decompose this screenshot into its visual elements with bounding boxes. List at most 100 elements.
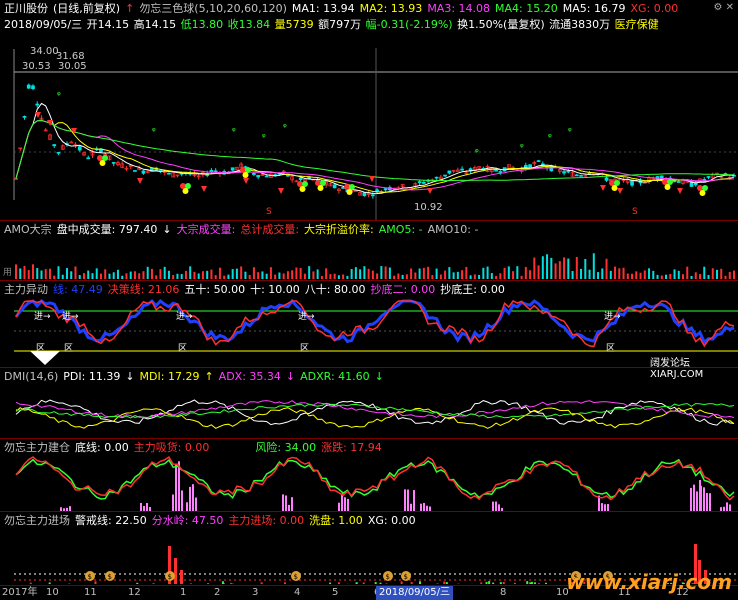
jinchang-title[interactable]: 勿忘主力进场 <box>4 514 70 527</box>
amo-bar <box>337 275 340 279</box>
candle-body <box>693 182 698 186</box>
amo-bar <box>129 271 132 279</box>
small-bar <box>419 581 422 584</box>
label-30-05: 30.05 <box>58 61 87 72</box>
pink-bar <box>282 494 284 511</box>
amo-side-label: 用 <box>3 268 13 278</box>
candle-body <box>362 192 367 197</box>
zhuli-title[interactable]: 主力异动 <box>4 283 48 296</box>
amo-bar <box>558 261 561 279</box>
amo-panel[interactable]: AMO大宗 盘中成交量: 797.40 ↓ 大宗成交量: 总计成交量: 大宗折溢价率: AM… <box>0 220 738 280</box>
jinchang-wash: 洗盘: 1.00 <box>309 514 363 527</box>
pink-bar <box>703 487 705 511</box>
dmi-title[interactable]: DMI(14,6) <box>4 370 58 383</box>
axis-tick: 8 <box>500 587 507 598</box>
price-chart[interactable]: ᵠᵠ ᵠᵠᵠᵠ ᵠᵠᵠ 34.00 31.68 30.53 30.05 10.92 … <box>0 0 738 220</box>
amo-bar <box>65 268 68 279</box>
pink-bar <box>189 486 191 511</box>
candle-body <box>498 171 503 173</box>
small-bar <box>513 582 516 584</box>
amo-bar <box>707 274 710 279</box>
candle-body <box>443 174 447 177</box>
amo-bar <box>320 275 323 279</box>
amo-bar <box>108 273 111 279</box>
candle-body <box>702 179 707 181</box>
amo-bar <box>231 269 234 279</box>
up-sign-marker: ᵠ <box>152 127 156 137</box>
jiancang-bottom: 底线: 0.00 <box>75 441 129 454</box>
amo-bar <box>643 270 646 279</box>
amo-bar <box>660 275 663 279</box>
jinchang-alert: 警戒线: 22.50 <box>75 514 147 527</box>
jiancang-title[interactable]: 勿忘主力建仓 <box>4 441 70 454</box>
dmi-mdi: MDI: 17.29 <box>139 370 200 383</box>
money-bag-sign: $ <box>294 573 298 581</box>
amo-bar <box>176 273 179 279</box>
amo-bar <box>133 271 136 279</box>
zhuli-panel[interactable]: 进→ 区进→ 区进→ 区进→ 区进→ 区 主力异动 线: 47.49 决策线: 21.06 五十… <box>0 280 738 380</box>
jinchang-panel[interactable]: $ $ $ $ $ $ $ $ 勿忘主力进场 警戒线: 22.50 分水岭: 47.50 主力进场:… <box>0 511 738 600</box>
ball-yellow <box>346 189 353 195</box>
amo-bar <box>172 274 175 279</box>
jiancang-red-line <box>15 455 735 501</box>
candle-body <box>52 144 57 147</box>
zhuli-decision: 决策线: 21.06 <box>107 283 180 296</box>
amo-bar <box>36 268 39 279</box>
money-bag-sign: $ <box>168 573 172 581</box>
amo-bar <box>189 266 192 279</box>
amo-bar <box>618 268 621 279</box>
amo-bar <box>308 266 311 279</box>
small-bar <box>480 582 483 584</box>
small-bar <box>485 581 488 584</box>
pink-bar <box>601 503 603 511</box>
amo-bar <box>295 267 298 279</box>
flag-s-b: S <box>632 207 638 217</box>
ball-yellow <box>699 190 706 196</box>
amo-bar <box>329 274 332 279</box>
candle-body <box>434 176 439 179</box>
amo-bar <box>461 270 464 279</box>
amo-bar <box>563 257 566 279</box>
pink-bar <box>726 502 728 511</box>
zhuli-blue-line <box>14 298 735 345</box>
amo-bar <box>410 268 413 279</box>
pink-bar <box>696 491 698 511</box>
amo-bar <box>316 269 319 279</box>
jiancang-panel[interactable]: 勿忘主力建仓 底线: 0.00 主力吸货: 0.00 风险: 34.00 涨跌: 17.… <box>0 438 738 511</box>
candle-body <box>298 177 303 180</box>
amo-bar <box>507 266 510 279</box>
small-bar <box>152 583 155 584</box>
amo-bar <box>690 275 693 279</box>
small-bar <box>410 582 413 584</box>
amo-bar <box>567 258 570 279</box>
down-arrow-marker <box>677 188 683 194</box>
candle-body <box>460 168 464 171</box>
amo-bar <box>112 272 115 279</box>
pink-bar <box>407 489 409 511</box>
amo-bar <box>677 270 680 279</box>
amo-bar <box>125 273 128 279</box>
dmi-arrow3-icon: ↓ <box>285 370 296 383</box>
amo-bar <box>223 275 226 279</box>
amo-title[interactable]: AMO大宗 <box>4 223 52 236</box>
amo-bar <box>592 253 595 279</box>
candle-body <box>213 170 218 173</box>
up-sign-marker: ᵠ <box>475 148 479 158</box>
pink-bar <box>706 493 708 511</box>
flag-s-a: S <box>266 207 272 217</box>
dmi-header: DMI(14,6) PDI: 11.39 ↓ MDI: 17.29 ↑ ADX: 35.3… <box>0 368 389 385</box>
candle-body <box>383 188 388 191</box>
amo-bar <box>626 273 629 279</box>
amo-bar <box>639 272 642 279</box>
white-triangle <box>30 351 60 365</box>
amo-bar <box>27 270 30 279</box>
candle-body <box>375 189 379 192</box>
amo-bar <box>61 274 64 279</box>
zhuli-ten: 十: 10.00 <box>250 283 300 296</box>
pink-bar <box>192 484 194 511</box>
amo-bar <box>448 267 451 279</box>
axis-tick: 3 <box>252 587 259 598</box>
dmi-panel[interactable]: DMI(14,6) PDI: 11.39 ↓ MDI: 17.29 ↑ ADX: 35.3… <box>0 367 738 438</box>
amo-bar <box>554 263 557 279</box>
money-bag-sign: $ <box>108 573 112 581</box>
